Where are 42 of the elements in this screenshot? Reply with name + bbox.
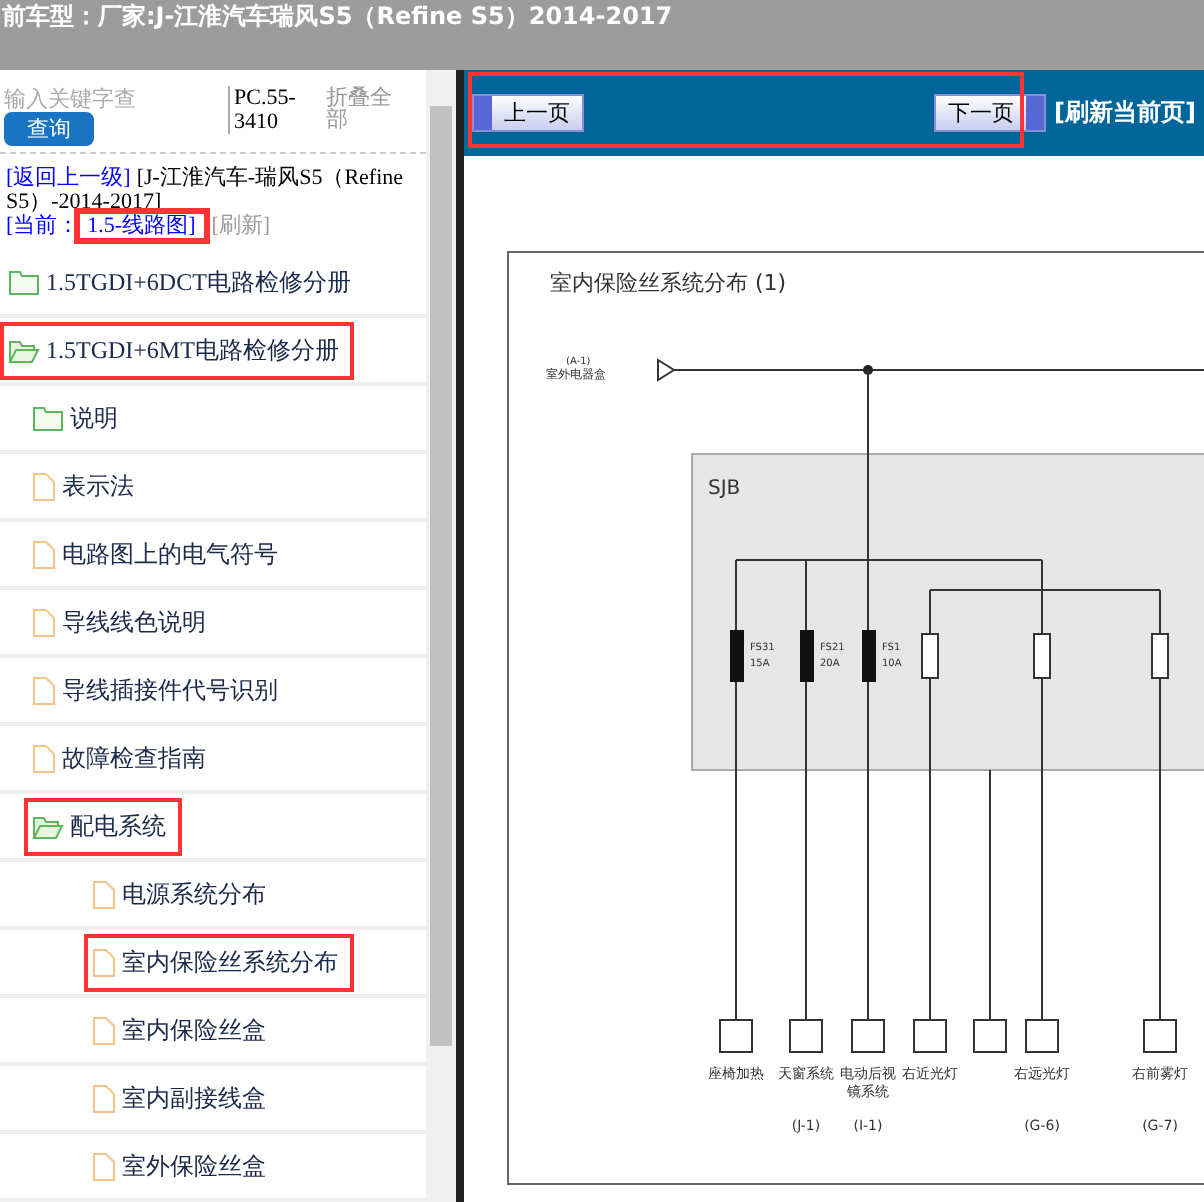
tree-item[interactable]: 室外保险丝盒	[88, 1141, 278, 1191]
folder-icon	[32, 405, 64, 431]
tree-item[interactable]: 故障检查指南	[28, 733, 218, 783]
open-folder-icon	[8, 337, 40, 363]
tree-item[interactable]: 导线插接件代号识别	[28, 665, 290, 715]
current-label: [当前：	[6, 214, 80, 238]
tree-item[interactable]: 导线线色说明	[28, 597, 218, 647]
tree-item[interactable]: 室内保险丝盒	[88, 1005, 278, 1055]
folder-icon	[8, 269, 40, 295]
tree-item[interactable]: 说明	[28, 393, 130, 443]
tree-item[interactable]: 1.5TGDI+6MT电路检修分册	[4, 325, 351, 375]
file-icon	[92, 947, 116, 977]
open-folder-icon	[32, 813, 64, 839]
scroll-thumb[interactable]	[430, 106, 452, 1046]
diagram-title: 室内保险丝系统分布 (1)	[550, 270, 787, 296]
tree-item[interactable]: 配电系统	[28, 801, 178, 851]
file-icon	[92, 1083, 116, 1113]
tree-item[interactable]: 电路图上的电气符号	[28, 529, 290, 579]
file-icon	[32, 743, 56, 773]
file-icon	[92, 879, 116, 909]
tree-item[interactable]: 表示法	[28, 461, 146, 511]
file-icon	[32, 607, 56, 637]
tree-item[interactable]: 1.5TGDI+6DCT电路检修分册	[4, 257, 363, 307]
file-icon	[32, 539, 56, 569]
file-icon	[92, 1151, 116, 1181]
tree-item[interactable]: 电源系统分布	[88, 869, 278, 919]
scrollbar[interactable]	[426, 70, 456, 1202]
file-icon	[32, 675, 56, 705]
file-icon	[92, 1015, 116, 1045]
search-button[interactable]: 查询	[4, 112, 94, 146]
next-page-button[interactable]: 下一页	[934, 94, 1047, 132]
back-link[interactable]: [返回上一级]	[6, 166, 131, 190]
breadcrumb-path: [返回上一级] [J-江淮汽车-瑞风S5（Refine S5）-2014-2017]	[6, 166, 406, 214]
tree-item[interactable]: 室内副接线盒	[88, 1073, 278, 1123]
current-link[interactable]: 1.5-线路图]	[79, 214, 204, 238]
box-label: SJB	[708, 478, 741, 500]
tree-item[interactable]: 室内保险丝系统分布	[88, 937, 350, 987]
refresh-page-link[interactable]: [刷新当前页]	[1054, 96, 1196, 130]
code-text: PC.55-3410	[228, 86, 310, 134]
header-title: 前车型：厂家:J-江淮汽车瑞风S5（Refine S5）2014-2017	[2, 0, 673, 34]
file-icon	[32, 471, 56, 501]
prev-page-button[interactable]: 上一页	[472, 94, 584, 132]
